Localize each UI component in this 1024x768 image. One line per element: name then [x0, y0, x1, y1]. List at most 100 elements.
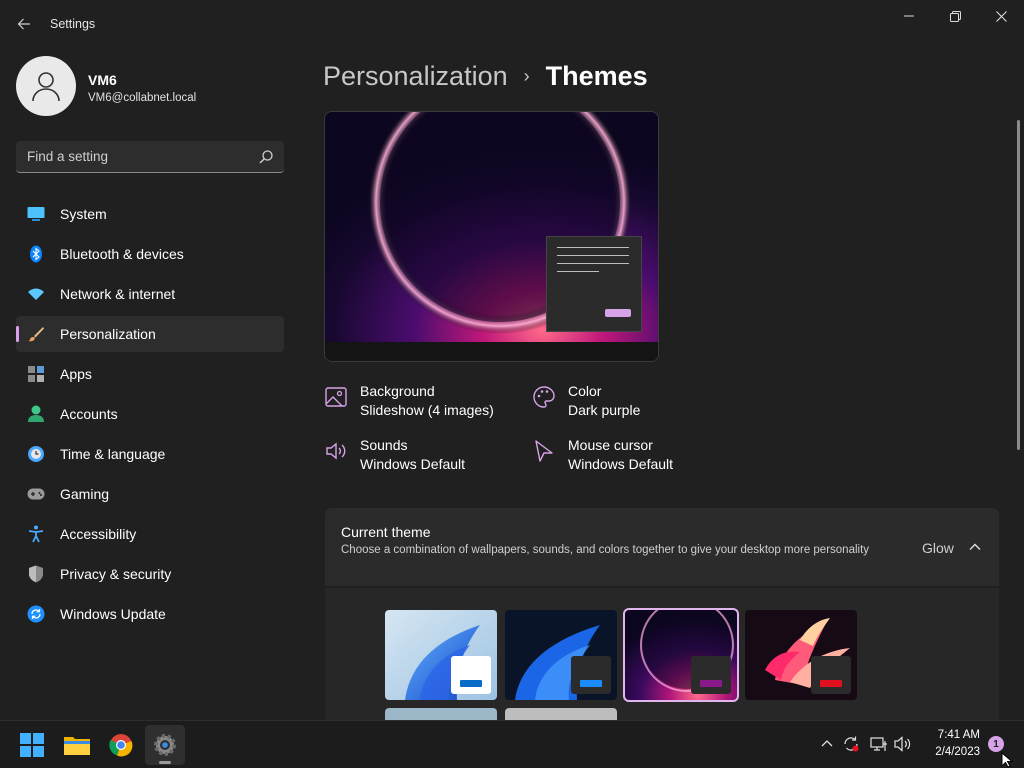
sounds-setting[interactable]: Sounds Windows Default	[324, 437, 514, 477]
chrome-button[interactable]	[101, 725, 141, 765]
preview-window	[546, 236, 642, 332]
theme-thumbnail-glow[interactable]	[623, 608, 739, 702]
wifi-icon	[27, 285, 45, 303]
sidebar-item-label: Network & internet	[60, 286, 176, 302]
search-icon[interactable]	[258, 149, 274, 165]
chevron-up-icon[interactable]	[967, 539, 983, 555]
sync-icon	[844, 736, 859, 752]
current-theme-title: Current theme	[341, 524, 431, 540]
mouse-pointer-icon	[1001, 752, 1013, 768]
themes-gallery	[325, 588, 999, 720]
theme-thumbnail-windows-light[interactable]	[385, 610, 497, 700]
current-theme-value: Glow	[922, 540, 954, 556]
update-icon	[27, 605, 45, 623]
sidebar-item-label: Accessibility	[60, 526, 137, 542]
sidebar-item-label: Personalization	[60, 326, 156, 342]
mouse-cursor-setting[interactable]: Mouse cursor Windows Default	[532, 437, 692, 477]
thumbnail-window	[691, 656, 731, 694]
preview-accent-button	[605, 309, 631, 317]
volume-icon	[326, 442, 346, 460]
file-explorer-icon	[64, 737, 90, 755]
title-bar: Settings	[0, 0, 1024, 48]
mouse-cursor-value: Windows Default	[568, 456, 674, 472]
sidebar-item-accounts[interactable]: Accounts	[16, 396, 284, 432]
file-explorer-button[interactable]	[57, 725, 97, 765]
sounds-value: Windows Default	[360, 456, 466, 472]
sidebar-item-time-language[interactable]: Time & language	[16, 436, 284, 472]
accounts-icon	[27, 405, 45, 423]
breadcrumb-parent[interactable]: Personalization	[323, 61, 508, 92]
current-theme-description: Choose a combination of wallpapers, soun…	[341, 544, 870, 556]
taskbar: 7:41 AM 2/4/2023 1	[0, 720, 1024, 768]
close-button[interactable]	[978, 0, 1024, 32]
background-title: Background	[360, 383, 435, 399]
settings-button[interactable]	[145, 725, 185, 765]
sync-tray-button[interactable]	[842, 735, 860, 753]
preview-line	[557, 255, 629, 256]
thumbnail-accent	[460, 680, 482, 687]
sidebar-item-network[interactable]: Network & internet	[16, 276, 284, 312]
current-theme-card[interactable]: Current theme Choose a combination of wa…	[325, 508, 999, 586]
theme-thumbnail-partial[interactable]	[385, 708, 497, 720]
sidebar-item-windows-update[interactable]: Windows Update	[16, 596, 284, 632]
avatar[interactable]	[16, 56, 76, 116]
theme-thumbnail-partial[interactable]	[505, 708, 617, 720]
chevron-up-icon	[821, 740, 833, 747]
close-icon	[995, 10, 1007, 22]
time-language-icon	[27, 445, 45, 463]
scrollbar[interactable]	[1017, 120, 1020, 450]
color-title: Color	[568, 383, 602, 399]
sidebar-item-gaming[interactable]: Gaming	[16, 476, 284, 512]
thumbnail-accent	[580, 680, 602, 687]
preview-line	[557, 271, 599, 272]
notification-badge[interactable]: 1	[988, 736, 1004, 752]
thumbnail-accent	[820, 680, 842, 687]
sidebar-item-label: System	[60, 206, 107, 222]
back-button[interactable]	[12, 10, 36, 38]
sidebar-item-bluetooth[interactable]: Bluetooth & devices	[16, 236, 284, 272]
sidebar-item-accessibility[interactable]: Accessibility	[16, 516, 284, 552]
search-input[interactable]	[16, 141, 246, 172]
network-tray-button[interactable]	[870, 735, 888, 753]
settings-icon	[154, 734, 176, 756]
apps-icon	[27, 365, 45, 383]
sidebar-item-privacy-security[interactable]: Privacy & security	[16, 556, 284, 592]
user-name: VM6	[88, 72, 117, 88]
clock-date[interactable]: 2/4/2023	[922, 746, 980, 758]
sidebar-item-personalization[interactable]: Personalization	[16, 316, 284, 352]
search-box[interactable]	[16, 141, 284, 173]
sidebar-item-label: Accounts	[60, 406, 118, 422]
thumbnail-window	[571, 656, 611, 694]
cursor-icon	[535, 440, 553, 462]
sounds-title: Sounds	[360, 437, 408, 453]
sidebar-item-apps[interactable]: Apps	[16, 356, 284, 392]
sidebar-item-system[interactable]: System	[16, 196, 284, 232]
show-hidden-icons-button[interactable]	[818, 735, 836, 753]
brush-icon	[27, 325, 45, 343]
preview-line	[557, 247, 629, 248]
thumbnail-window	[451, 656, 491, 694]
start-icon	[20, 733, 44, 757]
preview-line	[557, 263, 629, 264]
volume-tray-button[interactable]	[894, 735, 912, 753]
start-button[interactable]	[12, 725, 52, 765]
theme-thumbnail-windows-dark[interactable]	[505, 610, 617, 700]
chrome-icon	[109, 734, 133, 757]
restore-icon	[949, 10, 961, 22]
image-icon	[325, 387, 347, 407]
maximize-button[interactable]	[932, 0, 978, 32]
user-email: VM6@collabnet.local	[88, 92, 197, 104]
sidebar-item-label: Gaming	[60, 486, 110, 502]
clock-time[interactable]: 7:41 AM	[922, 729, 980, 741]
app-title: Settings	[50, 17, 96, 31]
back-arrow-icon	[17, 18, 30, 30]
color-setting[interactable]: Color Dark purple	[532, 383, 682, 423]
gaming-icon	[27, 485, 45, 503]
minimize-button[interactable]	[886, 0, 932, 32]
theme-thumbnail-captured-motion[interactable]	[745, 610, 857, 700]
sidebar-item-label: Privacy & security	[60, 566, 172, 582]
background-setting[interactable]: Background Slideshow (4 images)	[324, 383, 514, 423]
network-icon	[870, 737, 887, 751]
theme-preview	[324, 111, 659, 362]
accessibility-icon	[27, 525, 45, 543]
